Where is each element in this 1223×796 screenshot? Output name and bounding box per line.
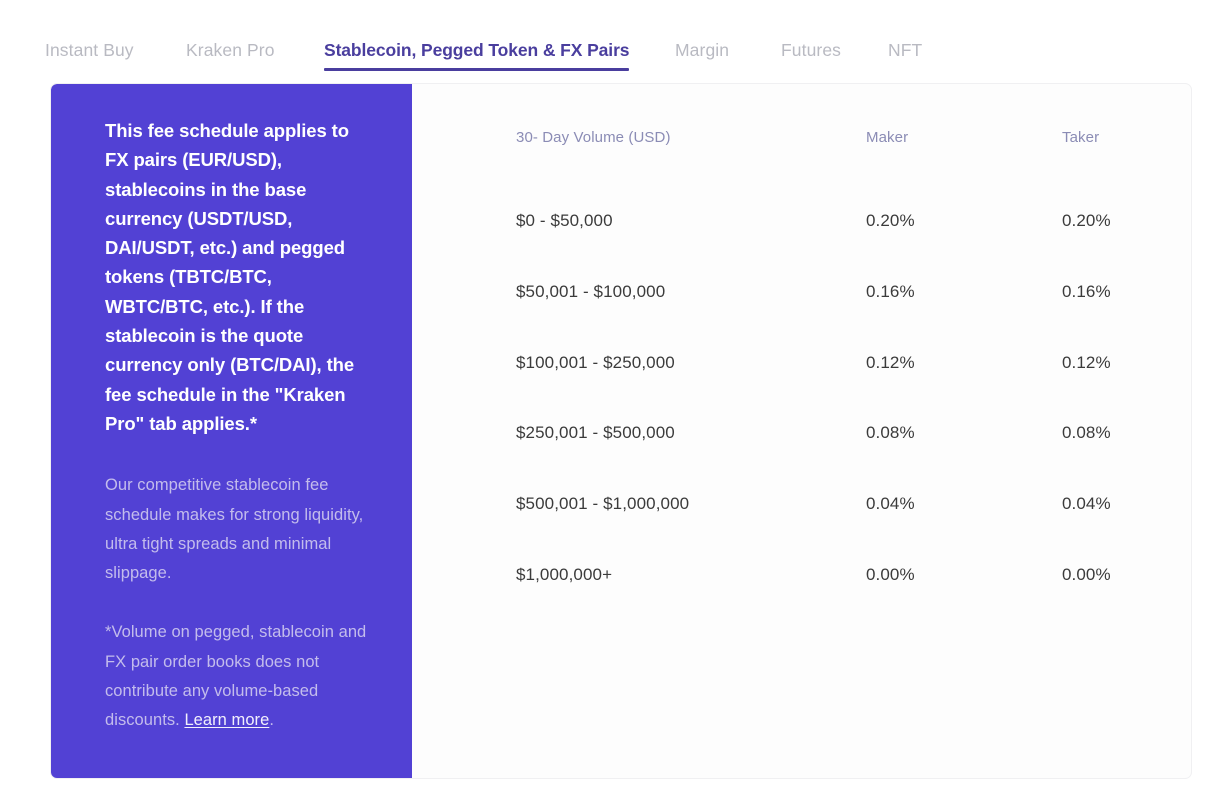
column-header-volume: 30- Day Volume (USD) xyxy=(516,128,671,146)
cell-maker: 0.04% xyxy=(866,494,915,514)
table-row: $1,000,000+ 0.00% 0.00% xyxy=(412,563,1191,587)
cell-taker: 0.04% xyxy=(1062,494,1111,514)
cell-maker: 0.20% xyxy=(866,211,915,230)
tab-label: Instant Buy xyxy=(45,40,134,60)
cell-taker: 0.08% xyxy=(1062,423,1111,443)
tab-margin[interactable]: Margin xyxy=(675,40,729,71)
info-panel: This fee schedule applies to FX pairs (E… xyxy=(51,84,412,778)
cell-volume: $250,001 - $500,000 xyxy=(516,423,675,443)
tab-label: NFT xyxy=(888,40,923,60)
fee-table: 30- Day Volume (USD) Maker Taker $0 - $5… xyxy=(412,84,1191,778)
tab-label: Margin xyxy=(675,40,730,60)
table-row: $250,001 - $500,000 0.08% 0.08% xyxy=(412,421,1191,445)
fee-schedule-tabs: Instant Buy Kraken Pro Stablecoin, Pegged … xyxy=(0,28,1223,76)
table-row: $50,001 - $100,000 0.16% 0.16% xyxy=(412,280,1191,304)
info-panel-footnote: *Volume on pegged, stablecoin and FX pai… xyxy=(105,618,368,735)
info-panel-body: Our competitive stablecoin fee schedule … xyxy=(105,476,364,583)
table-header-row: 30- Day Volume (USD) Maker Taker xyxy=(412,125,1191,149)
tab-kraken-pro[interactable]: Kraken Pro xyxy=(186,40,275,71)
cell-volume: $1,000,000+ xyxy=(516,565,613,584)
tab-label: Futures xyxy=(781,40,842,60)
column-header-taker: Taker xyxy=(1062,128,1100,146)
table-row: $500,001 - $1,000,000 0.04% 0.04% xyxy=(412,492,1191,516)
info-panel-heading: This fee schedule applies to FX pairs (E… xyxy=(105,120,355,434)
table-row: $0 - $50,000 0.20% 0.20% xyxy=(412,209,1191,233)
cell-taker: 0.16% xyxy=(1062,281,1111,301)
tab-instant-buy[interactable]: Instant Buy xyxy=(45,40,134,71)
footnote-period: . xyxy=(269,711,274,730)
fee-schedule-card: This fee schedule applies to FX pairs (E… xyxy=(50,83,1192,779)
cell-volume: $100,001 - $250,000 xyxy=(516,352,675,372)
cell-volume: $500,001 - $1,000,000 xyxy=(516,494,690,514)
column-header-maker: Maker xyxy=(866,128,909,146)
cell-volume: $50,001 - $100,000 xyxy=(516,281,666,301)
learn-more-link[interactable]: Learn more xyxy=(184,711,269,729)
active-tab-underline xyxy=(324,68,630,71)
cell-taker: 0.12% xyxy=(1062,352,1111,372)
cell-maker: 0.08% xyxy=(866,423,915,443)
tab-futures[interactable]: Futures xyxy=(781,40,841,71)
cell-volume: $0 - $50,000 xyxy=(516,211,613,230)
tab-stablecoin-pegged-token-fx-pairs[interactable]: Stablecoin, Pegged Token & FX Pairs xyxy=(324,40,630,71)
tab-label: Stablecoin, Pegged Token & FX Pairs xyxy=(324,40,630,60)
cell-taker: 0.20% xyxy=(1062,211,1111,230)
cell-maker: 0.00% xyxy=(866,565,915,584)
cell-maker: 0.12% xyxy=(866,352,915,372)
cell-maker: 0.16% xyxy=(866,281,915,301)
cell-taker: 0.00% xyxy=(1062,565,1111,584)
tab-nft[interactable]: NFT xyxy=(888,40,922,71)
table-row: $100,001 - $250,000 0.12% 0.12% xyxy=(412,351,1191,375)
tab-label: Kraken Pro xyxy=(186,40,275,60)
